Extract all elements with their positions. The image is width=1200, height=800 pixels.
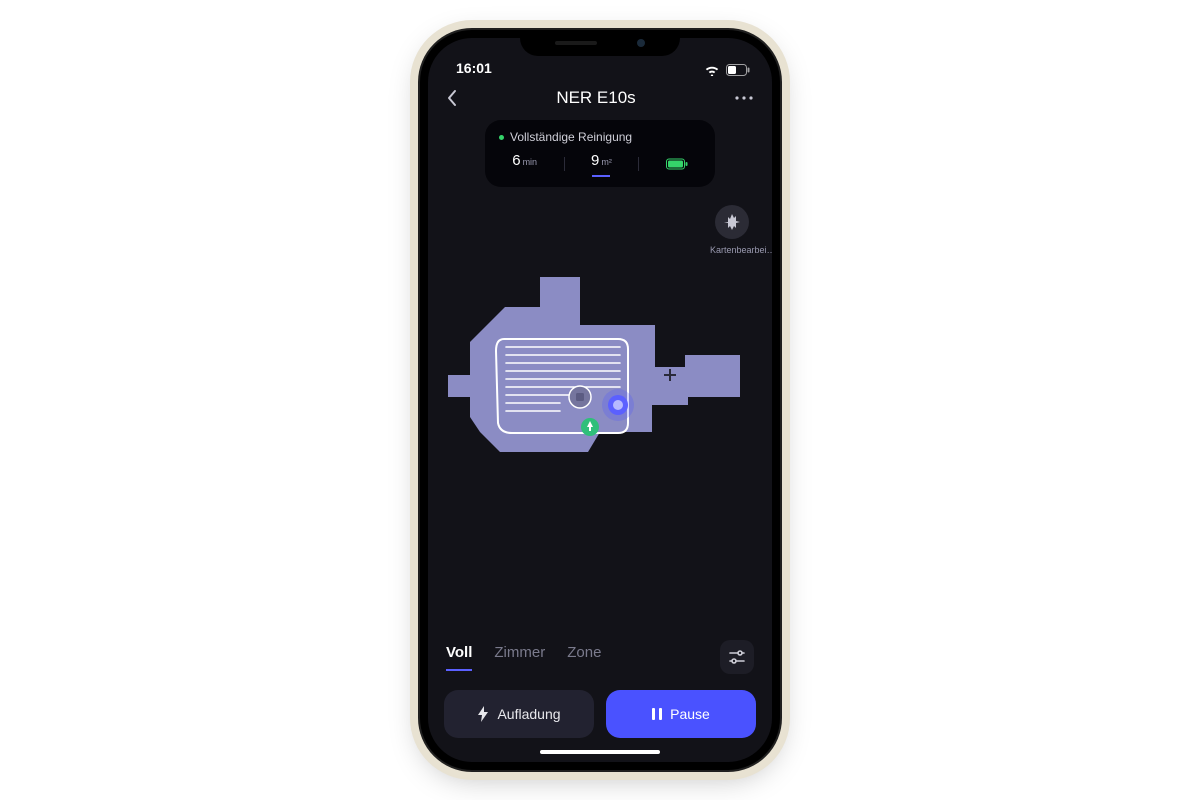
app-nav-bar: NER E10s (428, 78, 772, 114)
cleaning-status-card[interactable]: Vollständige Reinigung 6 min 9 m² (485, 120, 715, 187)
battery-icon (726, 64, 750, 76)
map-area[interactable]: Kartenbearbei… (428, 187, 772, 640)
settings-button[interactable] (720, 640, 754, 674)
cleaning-mode-label: Vollständige Reinigung (510, 130, 632, 144)
robot-battery-icon (666, 158, 688, 170)
page-title: NER E10s (556, 88, 635, 108)
floor-map[interactable] (440, 247, 760, 547)
screen: 16:01 NER E10s Vollständige Re (428, 38, 772, 762)
clock: 16:01 (456, 60, 492, 76)
charge-label: Aufladung (497, 706, 560, 722)
robot-position-icon (602, 389, 634, 421)
pause-label: Pause (670, 706, 710, 722)
phone-notch (520, 30, 680, 56)
back-button[interactable] (446, 89, 458, 107)
tab-room[interactable]: Zimmer (494, 644, 545, 671)
bolt-icon (477, 706, 489, 722)
action-buttons: Aufladung Pause (428, 678, 772, 746)
charge-button[interactable]: Aufladung (444, 690, 594, 738)
pause-icon (652, 708, 662, 720)
home-indicator[interactable] (540, 750, 660, 754)
status-dot-icon (499, 135, 504, 140)
tab-zone[interactable]: Zone (567, 644, 601, 671)
mode-tabs: Voll Zimmer Zone (428, 640, 772, 678)
phone-frame: 16:01 NER E10s Vollständige Re (420, 30, 780, 770)
dock-icon (581, 418, 599, 436)
area-metric[interactable]: 9 m² (591, 152, 612, 175)
pause-button[interactable]: Pause (606, 690, 756, 738)
wifi-icon (704, 64, 720, 76)
time-metric[interactable]: 6 min (512, 152, 537, 175)
more-button[interactable] (734, 95, 754, 101)
tab-full[interactable]: Voll (446, 644, 472, 671)
